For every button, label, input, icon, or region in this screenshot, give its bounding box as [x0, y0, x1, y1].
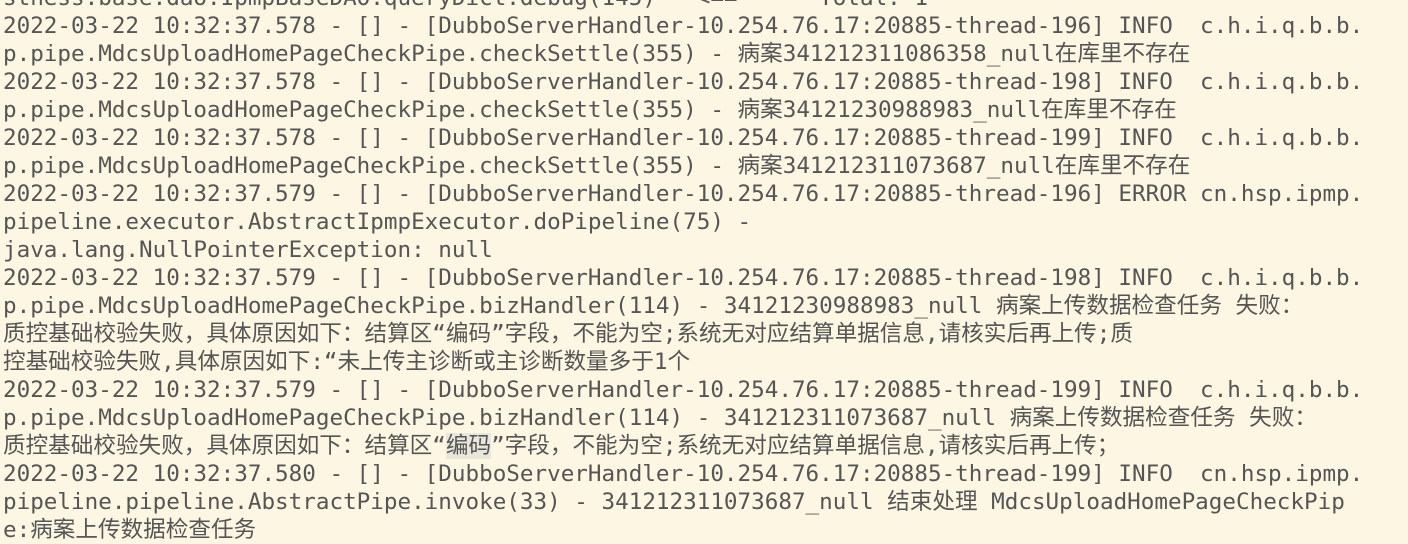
log-line: 控基础校验失败,具体原因如下:“未上传主诊断或主诊断数量多于1个: [3, 349, 691, 375]
log-line: 2022-03-22 10:32:37.579 - [] - [DubboSer…: [3, 265, 1364, 291]
log-line: pipeline.executor.AbstractIpmpExecutor.d…: [3, 209, 752, 235]
log-output-view: stness.base.dao.IpmpBaseDAO.queryDict.de…: [0, 0, 1408, 544]
log-line: 2022-03-22 10:32:37.578 - [] - [DubboSer…: [3, 69, 1364, 95]
log-line: 质控基础校验失败，具体原因如下：结算区“编码”字段，不能为空;系统无对应结算单据…: [3, 432, 1405, 460]
selected-text-highlight: 编码: [445, 433, 492, 459]
log-line: 质控基础校验失败，具体原因如下：结算区“编码”字段，不能为空;系统无对应结算单据…: [3, 321, 1133, 347]
log-line: 2022-03-22 10:32:37.580 - [] - [DubboSer…: [3, 461, 1364, 487]
log-line: pipeline.pipeline.AbstractPipe.invoke(33…: [3, 489, 1345, 515]
log-line: p.pipe.MdcsUploadHomePageCheckPipe.check…: [3, 97, 1177, 123]
log-line: java.lang.NullPointerException: null: [3, 237, 493, 263]
log-line: p.pipe.MdcsUploadHomePageCheckPipe.check…: [3, 153, 1191, 179]
log-line: p.pipe.MdcsUploadHomePageCheckPipe.bizHa…: [3, 293, 1304, 319]
log-lines: stness.base.dao.IpmpBaseDAO.queryDict.de…: [3, 0, 1405, 544]
log-line: e:病案上传数据检查任务: [3, 517, 257, 543]
log-line: 2022-03-22 10:32:37.579 - [] - [DubboSer…: [3, 377, 1364, 403]
log-line: p.pipe.MdcsUploadHomePageCheckPipe.bizHa…: [3, 405, 1317, 431]
log-line: 2022-03-22 10:32:37.579 - [] - [DubboSer…: [3, 181, 1364, 207]
log-line: stness.base.dao.IpmpBaseDAO.queryDict.de…: [3, 0, 1405, 12]
log-line-segment: ”字段，不能为空;系统无对应结算单据信息,请核实后再上传；: [491, 433, 1120, 459]
log-line: p.pipe.MdcsUploadHomePageCheckPipe.check…: [3, 41, 1191, 67]
log-line-segment: 质控基础校验失败，具体原因如下：结算区“: [3, 433, 446, 459]
log-line: 2022-03-22 10:32:37.578 - [] - [DubboSer…: [3, 125, 1364, 151]
log-line: 2022-03-22 10:32:37.578 - [] - [DubboSer…: [3, 13, 1364, 39]
